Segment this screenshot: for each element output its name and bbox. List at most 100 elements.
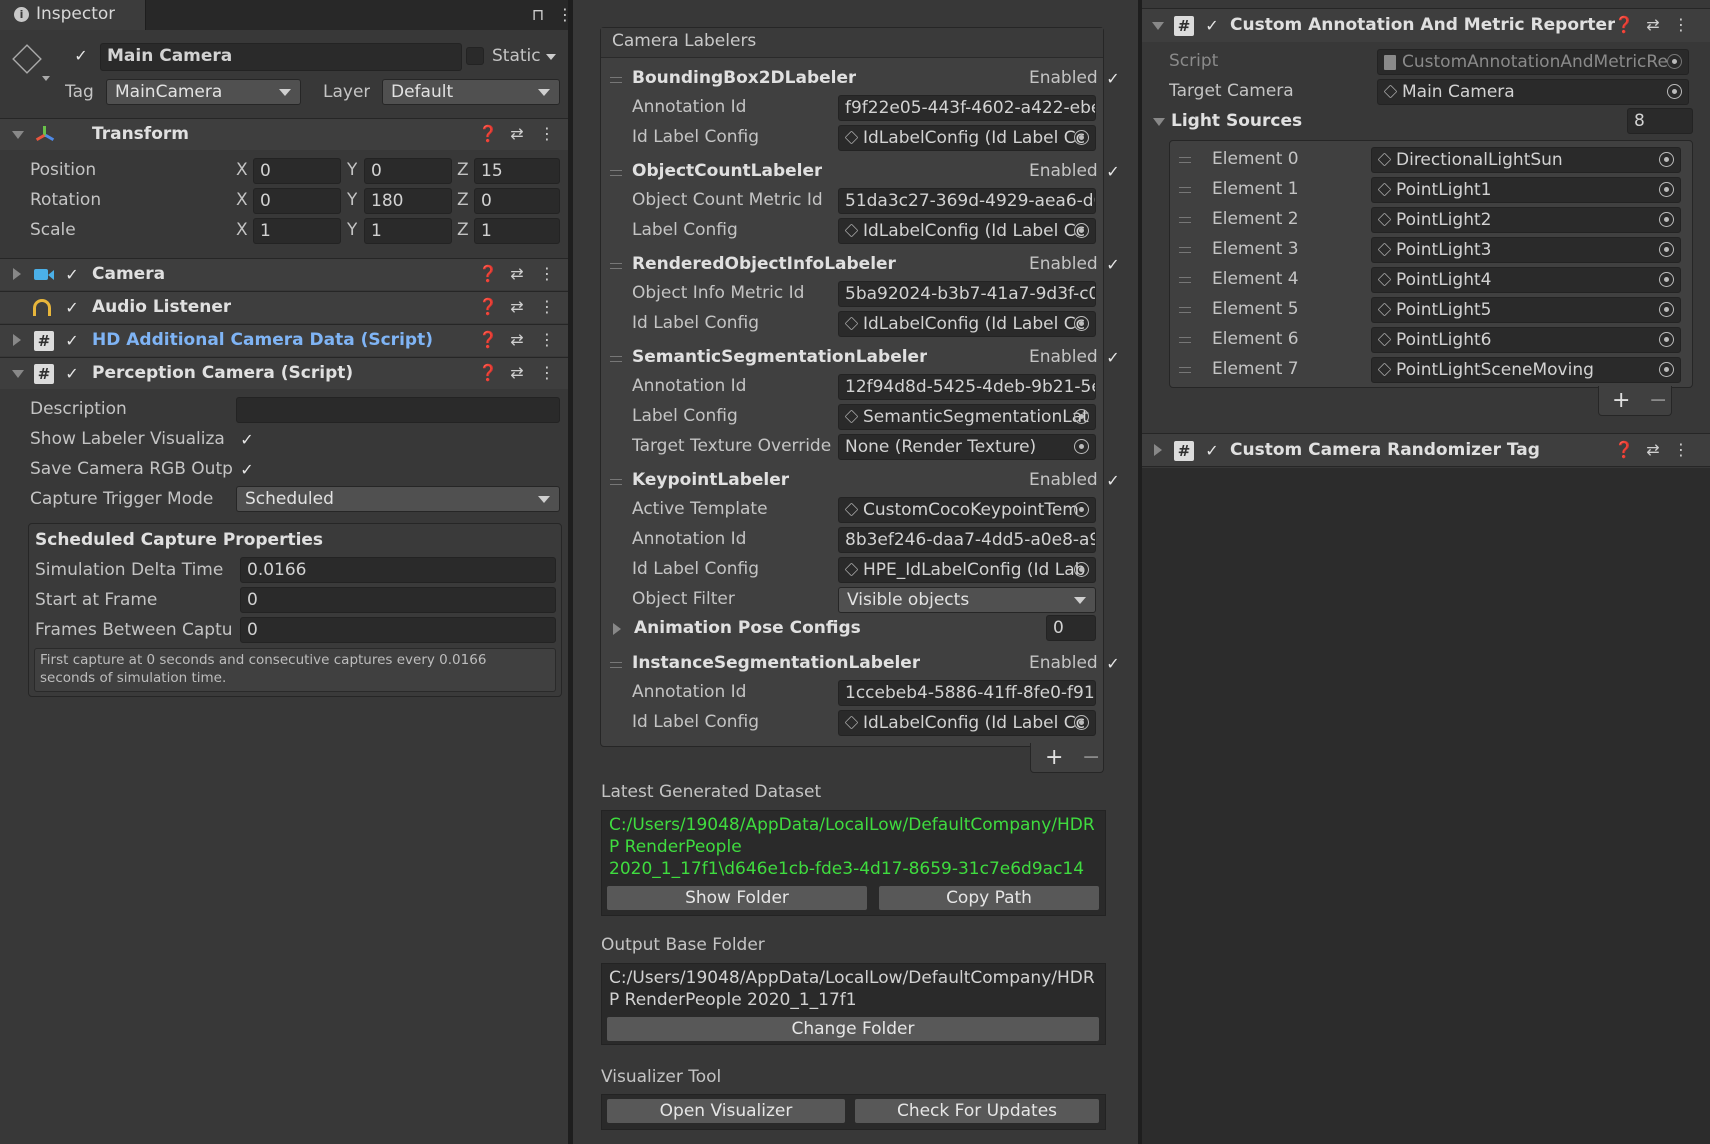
tag-dropdown[interactable]: MainCamera <box>106 79 301 105</box>
audio-listener-header[interactable]: ✓ Audio Listener ❓ ⇄ ⋮ <box>0 291 568 323</box>
semantic-texture-value-field[interactable]: None (Render Texture) <box>838 434 1096 460</box>
drag-handle-icon[interactable] <box>1179 307 1191 313</box>
sim-delta-field[interactable]: 0.0166 <box>240 557 556 583</box>
presets-icon[interactable]: ⇄ <box>508 125 526 143</box>
axis-x-label[interactable]: X <box>236 160 248 180</box>
chevron-down-icon[interactable] <box>42 76 50 81</box>
light-sources-fold-icon[interactable] <box>1153 118 1165 126</box>
pose-configs-label[interactable]: Animation Pose Configs <box>634 618 861 638</box>
rendered-config-value-field[interactable]: IdLabelConfig (Id Label Cc <box>838 311 1096 337</box>
drag-handle-icon[interactable] <box>1179 277 1191 283</box>
randomizer-header[interactable]: # ✓ Custom Camera Randomizer Tag ❓ ⇄ ⋮ <box>1142 433 1710 467</box>
axis-y-label[interactable]: Y <box>347 220 357 240</box>
drag-handle-icon[interactable] <box>1179 217 1191 223</box>
show-folder-button[interactable]: Show Folder <box>606 885 868 911</box>
more-icon[interactable]: ⋮ <box>538 298 556 316</box>
drag-handle-icon[interactable] <box>1179 337 1191 343</box>
reporter-header[interactable]: # ✓ Custom Annotation And Metric Reporte… <box>1142 8 1710 42</box>
camera-enabled-checkbox[interactable]: ✓ <box>63 266 81 284</box>
static-checkbox[interactable] <box>466 47 484 65</box>
object-picker-icon[interactable] <box>1074 130 1089 145</box>
transform-x-field[interactable]: 0 <box>253 188 341 214</box>
layer-dropdown[interactable]: Default <box>382 79 560 105</box>
light-element-field[interactable]: PointLight2 <box>1371 207 1681 233</box>
drag-handle-icon[interactable] <box>610 77 622 83</box>
hd-camera-title[interactable]: HD Additional Camera Data (Script) <box>92 330 433 350</box>
drag-handle-icon[interactable] <box>1179 187 1191 193</box>
axis-y-label[interactable]: Y <box>347 160 357 180</box>
object-picker-icon[interactable] <box>1659 332 1674 347</box>
transform-y-field[interactable]: 1 <box>364 218 452 244</box>
more-icon[interactable]: ⋮ <box>538 331 556 349</box>
more-icon[interactable]: ⋮ <box>538 364 556 382</box>
keypoint-enabled-checkbox[interactable]: ✓ <box>1104 472 1122 490</box>
object-picker-icon[interactable] <box>1659 302 1674 317</box>
help-icon[interactable]: ❓ <box>1614 16 1634 34</box>
static-dropdown-icon[interactable] <box>546 54 556 60</box>
presets-icon[interactable]: ⇄ <box>508 331 526 349</box>
object-picker-icon[interactable] <box>1659 182 1674 197</box>
object-picker-icon[interactable] <box>1074 502 1089 517</box>
object-picker-icon[interactable] <box>1074 409 1089 424</box>
light-element-field[interactable]: DirectionalLightSun <box>1371 147 1681 173</box>
fold-arrow-icon[interactable] <box>12 370 24 378</box>
inspector-tab[interactable]: i Inspector <box>0 0 146 30</box>
add-element-button[interactable]: + <box>1612 388 1630 413</box>
change-folder-button[interactable]: Change Folder <box>606 1016 1100 1042</box>
keypoint-template-value-field[interactable]: CustomCocoKeypointTem <box>838 497 1096 523</box>
object-name-field[interactable]: Main Camera <box>100 43 462 71</box>
transform-z-field[interactable]: 15 <box>474 158 560 184</box>
camera-header[interactable]: ✓ Camera ❓ ⇄ ⋮ <box>0 258 568 290</box>
transform-header[interactable]: Transform ❓ ⇄ ⋮ <box>0 118 568 150</box>
help-icon[interactable]: ❓ <box>478 265 498 283</box>
light-element-field[interactable]: PointLight5 <box>1371 297 1681 323</box>
light-element-field[interactable]: PointLightSceneMoving <box>1371 357 1681 383</box>
drag-handle-icon[interactable] <box>610 479 622 485</box>
show-labeler-checkbox[interactable]: ✓ <box>238 431 256 449</box>
help-icon[interactable]: ❓ <box>1614 441 1634 459</box>
open-visualizer-button[interactable]: Open Visualizer <box>606 1098 846 1124</box>
drag-handle-icon[interactable] <box>610 263 622 269</box>
objcount-enabled-checkbox[interactable]: ✓ <box>1104 163 1122 181</box>
lock-icon[interactable]: ⊓ <box>529 6 547 24</box>
light-element-field[interactable]: PointLight3 <box>1371 237 1681 263</box>
object-picker-icon[interactable] <box>1659 362 1674 377</box>
semantic-enabled-checkbox[interactable]: ✓ <box>1104 349 1122 367</box>
remove-element-button[interactable]: − <box>1649 388 1667 413</box>
bbox-config-value-field[interactable]: IdLabelConfig (Id Label Cc <box>838 125 1096 151</box>
bbox-enabled-checkbox[interactable]: ✓ <box>1104 70 1122 88</box>
light-count-field[interactable]: 8 <box>1627 108 1693 134</box>
presets-icon[interactable]: ⇄ <box>508 265 526 283</box>
transform-z-field[interactable]: 0 <box>474 188 560 214</box>
bbox-annotation-value-field[interactable]: f9f22e05-443f-4602-a422-ebe <box>838 95 1096 121</box>
transform-y-field[interactable]: 180 <box>364 188 452 214</box>
copy-path-button[interactable]: Copy Path <box>878 885 1100 911</box>
object-picker-icon[interactable] <box>1659 152 1674 167</box>
target-camera-field[interactable]: Main Camera <box>1377 79 1689 105</box>
keypoint-annotation-value-field[interactable]: 8b3ef246-daa7-4dd5-a0e8-a9 <box>838 527 1096 553</box>
static-label[interactable]: Static <box>492 46 541 66</box>
presets-icon[interactable]: ⇄ <box>1644 16 1662 34</box>
semantic-annotation-value-field[interactable]: 12f94d8d-5425-4deb-9b21-5e <box>838 374 1096 400</box>
rendered-metric-value-field[interactable]: 5ba92024-b3b7-41a7-9d3f-c0 <box>838 281 1096 307</box>
help-icon[interactable]: ❓ <box>478 331 498 349</box>
help-icon[interactable]: ❓ <box>478 364 498 382</box>
instance-annotation-value-field[interactable]: 1ccebeb4-5886-41ff-8fe0-f911 <box>838 680 1096 706</box>
objcount-metric-value-field[interactable]: 51da3c27-369d-4929-aea6-d0 <box>838 188 1096 214</box>
light-sources-label[interactable]: Light Sources <box>1171 111 1302 131</box>
fold-arrow-icon[interactable] <box>1152 22 1164 30</box>
remove-labeler-button[interactable]: − <box>1082 745 1100 770</box>
instance-enabled-checkbox[interactable]: ✓ <box>1104 655 1122 673</box>
keypoint-filter-dropdown[interactable]: Visible objects <box>838 587 1096 613</box>
randomizer-enabled-checkbox[interactable]: ✓ <box>1203 442 1221 460</box>
transform-y-field[interactable]: 0 <box>364 158 452 184</box>
axis-x-label[interactable]: X <box>236 220 248 240</box>
axis-x-label[interactable]: X <box>236 190 248 210</box>
drag-handle-icon[interactable] <box>1179 367 1191 373</box>
perception-enabled-checkbox[interactable]: ✓ <box>63 365 81 383</box>
rendered-enabled-checkbox[interactable]: ✓ <box>1104 256 1122 274</box>
hd-camera-data-header[interactable]: # ✓ HD Additional Camera Data (Script) ❓… <box>0 324 568 356</box>
semantic-config-value-field[interactable]: SemanticSegmentationLat <box>838 404 1096 430</box>
more-icon[interactable]: ⋮ <box>556 6 568 24</box>
perception-camera-header[interactable]: # ✓ Perception Camera (Script) ❓ ⇄ ⋮ <box>0 357 568 389</box>
